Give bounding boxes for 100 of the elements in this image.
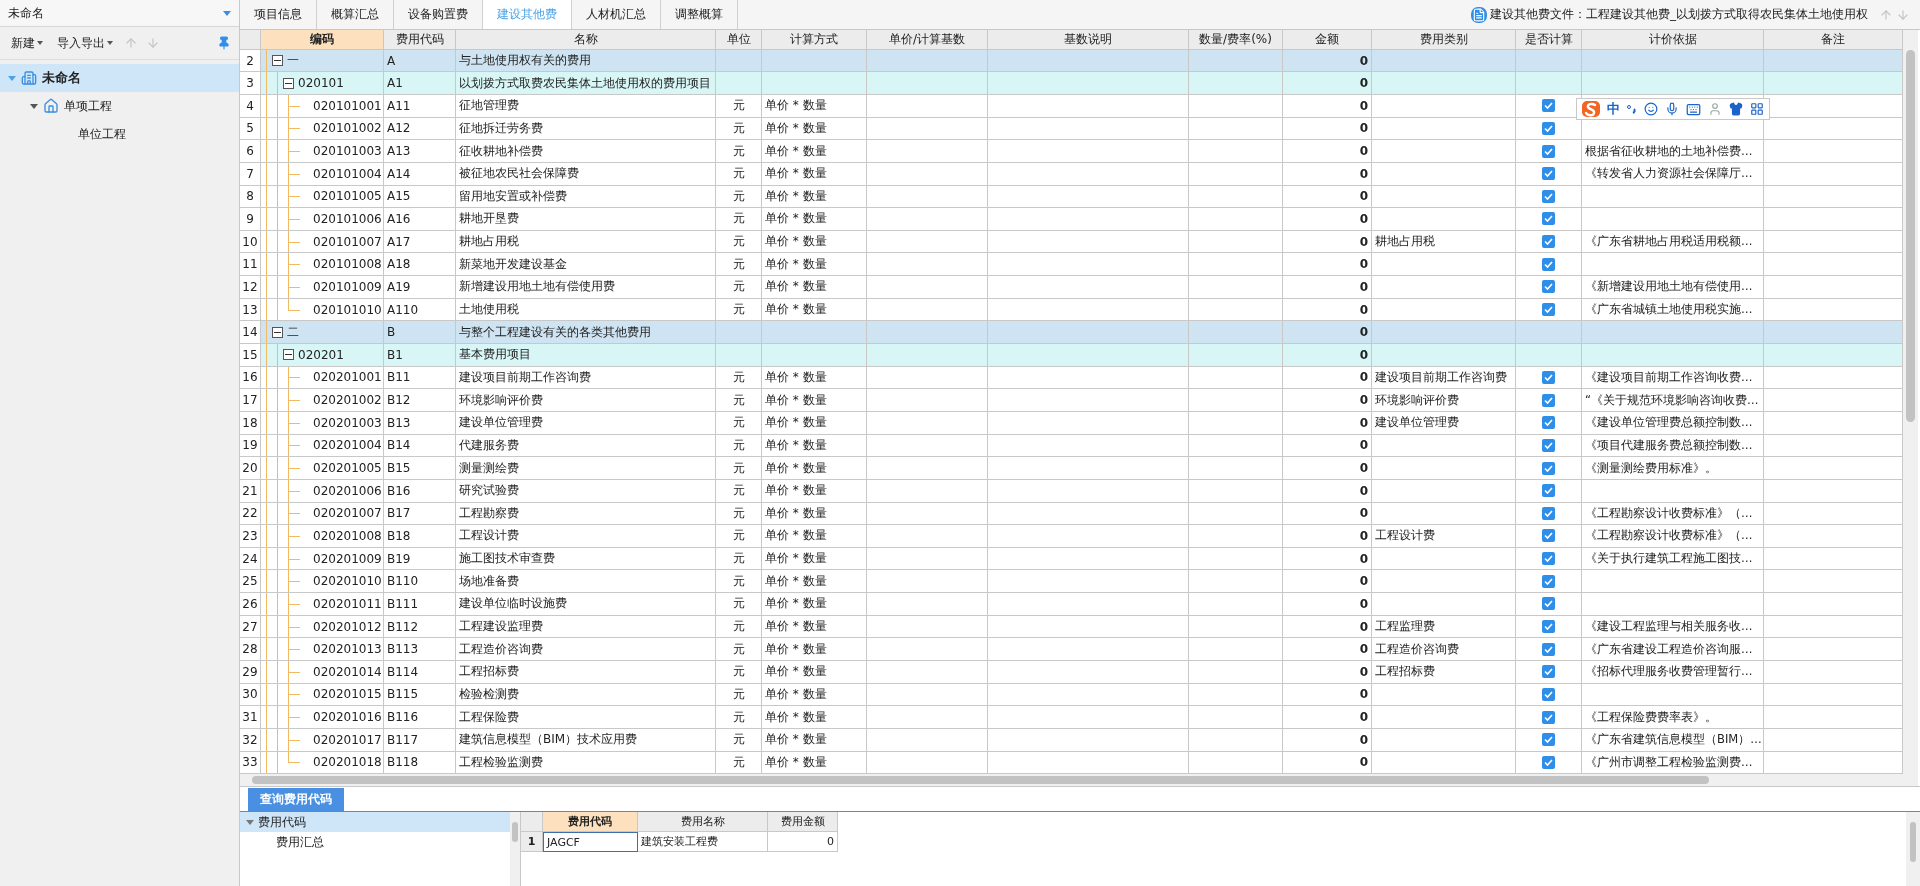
column-header[interactable]: 编码 [261, 30, 384, 50]
tree-item[interactable]: 单项工程 [0, 92, 239, 120]
menu-button[interactable]: 导入导出 [54, 32, 116, 54]
table-row[interactable]: 8 020101005 A15 留用地安置或补偿费 元 单价 * 数量 0 [240, 185, 1903, 209]
expand-triangle-icon[interactable] [223, 9, 231, 17]
checkbox[interactable] [1542, 529, 1555, 543]
checkbox[interactable] [1542, 574, 1555, 588]
table-row[interactable]: 7 020101004 A14 被征地农民社会保障费 元 单价 * 数量 0 《转发省人力资源社会保障厅… [240, 162, 1903, 186]
tree-item[interactable]: 未命名 [0, 64, 239, 92]
checkbox[interactable] [1542, 144, 1555, 158]
keyboard-icon[interactable] [1686, 101, 1701, 117]
vertical-scrollbar[interactable] [1906, 812, 1920, 886]
table-row[interactable]: 24 020201009 B19 施工图技术审查费 元 单价 * 数量 0 《关于执行建筑工程施工图技… [240, 547, 1903, 571]
checkbox[interactable] [1542, 484, 1555, 498]
checkbox[interactable] [1542, 235, 1555, 249]
table-row[interactable]: 31 020201016 B116 工程保险费 元 单价 * 数量 0 《工程保险费费率表》。 [240, 706, 1903, 729]
table-row[interactable]: 15 020201 B1 基本费用项目 0 [240, 344, 1903, 367]
column-header[interactable]: 费用代码 [384, 30, 456, 50]
table-row[interactable]: 3 020101 A1 以划拨方式取费农民集体土地使用权的费用项目 0 [240, 72, 1903, 95]
microphone-icon[interactable] [1665, 102, 1679, 116]
checkbox[interactable] [1542, 733, 1555, 747]
table-cell[interactable]: JAGCF [543, 832, 638, 852]
checkbox[interactable] [1542, 687, 1555, 701]
vertical-scrollbar[interactable] [510, 812, 520, 886]
table-row[interactable]: 14 二 B 与整个工程建设有关的各类其他费用 0 [240, 321, 1903, 344]
checkbox[interactable] [1542, 280, 1555, 294]
table-row[interactable]: 2 一 A 与土地使用权有关的费用 0 [240, 49, 1903, 73]
column-header[interactable]: 费用金额 [768, 812, 838, 832]
checkbox[interactable] [1542, 620, 1555, 633]
collapse-toggle-icon[interactable] [283, 77, 294, 89]
table-row[interactable]: 18 020201003 B13 建设单位管理费 元 单价 * 数量 0 建设单位管理费 《建设单位管理费总额控制数… [240, 411, 1903, 435]
checkbox[interactable] [1542, 212, 1555, 226]
user-icon[interactable] [1708, 102, 1722, 116]
checkbox[interactable] [1542, 506, 1555, 520]
checkbox[interactable] [1542, 303, 1555, 317]
column-header[interactable]: 单位 [716, 30, 762, 50]
column-header[interactable]: 计算方式 [762, 30, 867, 50]
table-row[interactable]: 28 020201013 B113 工程造价咨询费 元 单价 * 数量 0 工程造价咨询费 《广东省建设工程造价咨询服… [240, 638, 1903, 661]
checkbox[interactable] [1542, 597, 1555, 611]
checkbox[interactable] [1542, 710, 1555, 724]
checkbox[interactable] [1542, 755, 1555, 769]
collapse-toggle-icon[interactable] [272, 326, 283, 338]
table-row[interactable]: 29 020201014 B114 工程招标费 元 单价 * 数量 0 工程招标费 《招标代理服务收费管理暂行… [240, 661, 1903, 684]
checkbox[interactable] [1542, 438, 1555, 452]
table-row[interactable]: 13 020101010 A110 土地使用税 元 单价 * 数量 0 《广东省城镇土地使用税实施… [240, 298, 1903, 322]
table-row[interactable]: 30 020201015 B115 检验检测费 元 单价 * 数量 0 [240, 683, 1903, 707]
column-header[interactable]: 备注 [1764, 30, 1903, 50]
swirl-logo-icon[interactable] [1582, 101, 1600, 117]
checkbox[interactable] [1542, 189, 1555, 203]
smiley-icon[interactable] [1644, 102, 1658, 116]
expand-triangle-icon[interactable] [30, 102, 38, 110]
column-header[interactable]: 金额 [1283, 30, 1372, 50]
table-row[interactable]: 12 020101009 A19 新增建设用地土地有偿使用费 元 单价 * 数量 0 《新增建设用地土地有偿使用… [240, 276, 1903, 299]
checkbox[interactable] [1542, 416, 1555, 430]
column-header[interactable]: 费用名称 [638, 812, 768, 832]
checkbox[interactable] [1542, 665, 1555, 679]
table-row[interactable]: 16 020201001 B11 建设项目前期工作咨询费 元 单价 * 数量 0 建设项目前期工作咨询费 《建设项目前期工作咨询收费… [240, 366, 1903, 390]
checkbox[interactable] [1542, 167, 1555, 181]
menu-button[interactable]: 新建 [8, 32, 46, 54]
column-header[interactable]: 计价依据 [1582, 30, 1764, 50]
table-row[interactable]: 5 020101002 A12 征地拆迁劳务费 元 单价 * 数量 0 [240, 117, 1903, 141]
collapse-toggle-icon[interactable] [272, 55, 283, 66]
table-row[interactable]: 21 020201006 B16 研究试验费 元 单价 * 数量 0 [240, 479, 1903, 503]
pin-icon[interactable] [217, 36, 231, 50]
table-row[interactable]: 9 020101006 A16 耕地开垦费 元 单价 * 数量 0 [240, 208, 1903, 231]
collapse-toggle-icon[interactable] [283, 349, 294, 361]
checkbox[interactable] [1542, 121, 1555, 135]
checkbox[interactable] [1542, 552, 1555, 566]
table-row[interactable]: 17 020201002 B12 环境影响评价费 元 单价 * 数量 0 环境影响评价费 “《关于规范环境影响咨询收费… [240, 389, 1903, 412]
horizontal-scrollbar[interactable] [240, 774, 1903, 786]
project-selector[interactable]: 未命名 [0, 0, 239, 27]
table-row[interactable]: 26 020201011 B111 建设单位临时设施费 元 单价 * 数量 0 [240, 593, 1903, 616]
tree-item[interactable]: 费用汇总 [240, 832, 510, 852]
tree-item[interactable]: 费用代码 [240, 812, 510, 832]
expand-triangle-icon[interactable] [246, 818, 254, 826]
punctuation-icon[interactable] [1627, 103, 1637, 115]
input-mode-toggle[interactable]: 中 [1607, 100, 1620, 118]
checkbox[interactable] [1542, 99, 1555, 113]
table-row[interactable]: 20 020201005 B15 测量测绘费 元 单价 * 数量 0 《测量测绘费用标准》。 [240, 457, 1903, 480]
table-row[interactable]: 23 020201008 B18 工程设计费 元 单价 * 数量 0 工程设计费 《工程勘察设计收费标准》（… [240, 525, 1903, 548]
table-row[interactable]: 27 020201012 B112 工程建设监理费 元 单价 * 数量 0 工程监理费 《建设工程监理与相关服务收… [240, 615, 1903, 639]
table-row[interactable]: 32 020201017 B117 建筑信息模型（BIM）技术应用费 元 单价 * 数量 0 《广东省建筑信息模型（BIM）… [240, 728, 1903, 752]
table-row[interactable]: 33 020201018 B118 工程检验监测费 元 单价 * 数量 0 《广州市调整工程检验监测费… [240, 751, 1903, 775]
tree-item[interactable]: 单位工程 [0, 120, 239, 148]
checkbox[interactable] [1542, 257, 1555, 271]
table-row[interactable]: 11 020101008 A18 新菜地开发建设基金 元 单价 * 数量 0 [240, 253, 1903, 277]
column-header[interactable]: 单价/计算基数 [867, 30, 988, 50]
table-row[interactable]: 22 020201007 B17 工程勘察费 元 单价 * 数量 0 《工程勘察设计收费标准》（… [240, 502, 1903, 526]
column-header[interactable]: 费用代码 [543, 812, 638, 832]
table-row[interactable]: 19 020201004 B14 代建服务费 元 单价 * 数量 0 《项目代建服务费总额控制数… [240, 434, 1903, 458]
table-row[interactable]: 10 020101007 A17 耕地占用税 元 单价 * 数量 0 耕地占用税 《广东省耕地占用税适用税额… [240, 230, 1903, 254]
column-header[interactable]: 基数说明 [988, 30, 1189, 50]
checkbox[interactable] [1542, 393, 1555, 407]
grid-icon[interactable] [1750, 102, 1764, 116]
checkbox[interactable] [1542, 461, 1555, 475]
column-header[interactable]: 费用类别 [1372, 30, 1516, 50]
column-header[interactable]: 数量/费率(%) [1189, 30, 1283, 50]
checkbox[interactable] [1542, 642, 1555, 656]
column-header[interactable]: 名称 [456, 30, 716, 50]
table-row[interactable]: 6 020101003 A13 征收耕地补偿费 元 单价 * 数量 0 根据省征收耕地的土地补偿费… [240, 140, 1903, 163]
